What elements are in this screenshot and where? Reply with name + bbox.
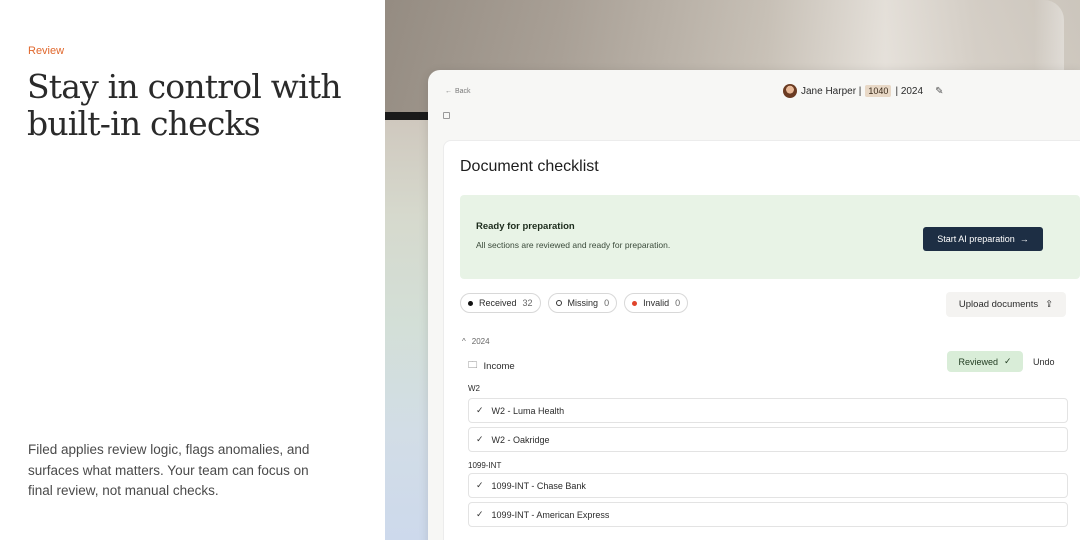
reviewed-badge: Reviewed ✓ — [947, 351, 1023, 372]
reviewed-label: Reviewed — [958, 356, 998, 367]
group-label-1099-int: 1099-INT — [468, 461, 502, 470]
filter-label: Missing — [567, 298, 599, 308]
checklist-panel: Document checklist Ready for preparation… — [443, 140, 1080, 540]
year-label: 2024 — [471, 337, 490, 346]
list-item[interactable]: ✓ W2 - Luma Health — [468, 398, 1068, 423]
chevron-up-icon: ^ — [462, 337, 466, 346]
filter-count: 0 — [675, 298, 681, 308]
invalid-dot-icon — [632, 300, 638, 306]
arrow-right-icon: → — [1019, 234, 1029, 244]
ready-banner: Ready for preparation All sections are r… — [460, 195, 1080, 279]
document-name: 1099-INT - American Express — [491, 509, 610, 520]
document-name: W2 - Luma Health — [491, 405, 565, 416]
undo-button[interactable]: Undo — [1033, 357, 1055, 367]
app-window: ← Back Jane Harper | 1040 | 2024 ✎ Docum… — [428, 70, 1080, 540]
filter-label: Invalid — [643, 298, 670, 308]
marketing-column: Review Stay in control with built-in che… — [0, 0, 385, 540]
filter-invalid[interactable]: Invalid 0 — [624, 293, 689, 313]
received-dot-icon — [468, 300, 473, 306]
document-name: W2 - Oakridge — [491, 434, 550, 445]
income-section[interactable]: 🗀 Income — [468, 358, 515, 374]
filter-count: 0 — [604, 298, 610, 308]
list-item[interactable]: ✓ W2 - Oakridge — [468, 427, 1068, 452]
list-item[interactable]: ✓ 1099-INT - American Express — [468, 502, 1068, 527]
upload-label: Upload documents — [958, 299, 1039, 310]
tax-year: | 2024 — [895, 85, 924, 97]
filter-label: Received — [479, 298, 517, 308]
filter-missing[interactable]: Missing 0 — [547, 293, 618, 313]
description: Filed applies review logic, flags anomal… — [28, 442, 310, 498]
section-eyebrow: Review — [28, 45, 65, 57]
income-label: Income — [483, 360, 515, 372]
arrow-left-icon: ← — [445, 88, 452, 95]
status-filters: Received 32 Missing 0 Invalid 0 — [460, 293, 689, 313]
sidebar-toggle-icon[interactable] — [443, 112, 450, 119]
upload-icon: ⇪ — [1045, 299, 1054, 310]
group-label-w2: W2 — [468, 384, 480, 393]
check-icon: ✓ — [476, 434, 484, 444]
client-name: Jane Harper | — [801, 85, 862, 97]
back-label: Back — [455, 88, 471, 95]
upload-documents-button[interactable]: Upload documents ⇪ — [946, 292, 1066, 317]
year-section-toggle[interactable]: ^ 2024 — [462, 337, 490, 346]
back-link[interactable]: ← Back — [445, 88, 471, 95]
client-header: Jane Harper | 1040 | 2024 ✎ — [783, 84, 943, 98]
start-button-label: Start AI preparation — [937, 234, 1015, 244]
check-icon: ✓ — [476, 509, 484, 519]
edit-icon[interactable]: ✎ — [935, 86, 943, 97]
list-item[interactable]: ✓ 1099-INT - Chase Bank — [468, 473, 1068, 498]
filter-count: 32 — [522, 298, 533, 308]
document-name: 1099-INT - Chase Bank — [491, 480, 586, 491]
folder-icon: 🗀 — [468, 360, 478, 371]
app-topbar: ← Back Jane Harper | 1040 | 2024 ✎ — [428, 70, 1080, 130]
page-title: Document checklist — [460, 158, 599, 175]
check-icon: ✓ — [476, 405, 484, 415]
filter-received[interactable]: Received 32 — [460, 293, 541, 313]
missing-dot-icon — [555, 300, 562, 306]
check-icon: ✓ — [476, 480, 484, 490]
avatar — [783, 84, 797, 98]
check-icon: ✓ — [1003, 356, 1012, 366]
ready-title: Ready for preparation — [476, 221, 575, 232]
form-badge: 1040 — [865, 85, 892, 97]
ready-description: All sections are reviewed and ready for … — [476, 240, 671, 250]
headline: Stay in control with built-in checks — [27, 67, 342, 143]
monitor-bezel — [385, 112, 430, 120]
start-ai-preparation-button[interactable]: Start AI preparation → — [923, 227, 1043, 251]
